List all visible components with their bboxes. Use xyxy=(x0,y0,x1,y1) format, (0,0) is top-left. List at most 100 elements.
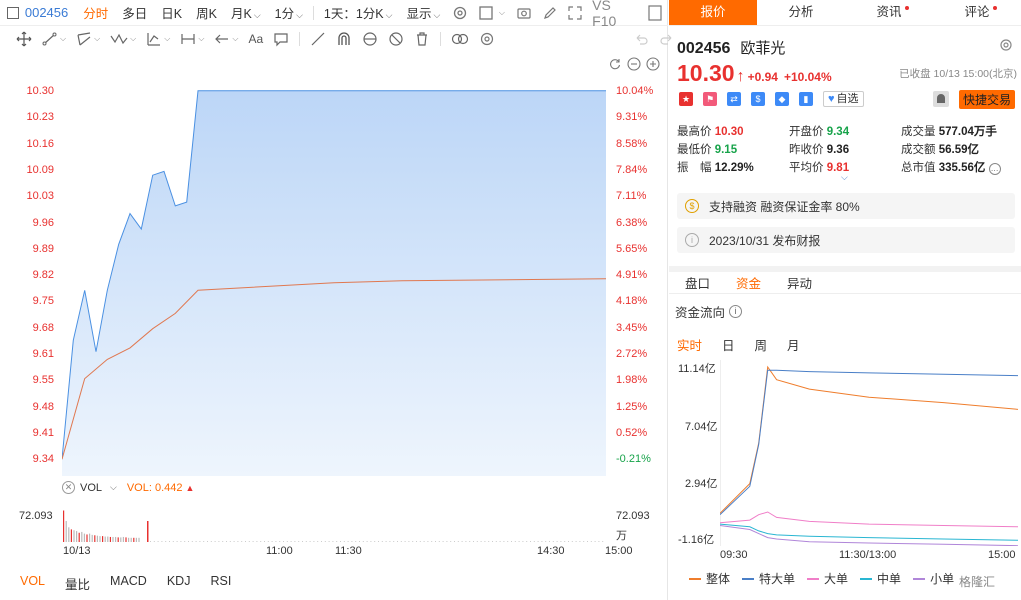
select-checkbox[interactable] xyxy=(7,6,19,19)
indicator-tab-vol[interactable]: VOL xyxy=(20,574,45,593)
settings-icon[interactable] xyxy=(999,38,1013,52)
bell-icon[interactable] xyxy=(933,91,949,107)
tab-quote[interactable]: 报价 xyxy=(669,0,757,25)
period-tab-multiday[interactable]: 多日 xyxy=(115,3,154,22)
tab-analysis[interactable]: 分析 xyxy=(757,0,845,25)
volume-bar xyxy=(317,541,319,542)
period-tab-monthly-k[interactable]: 月K ⌵ xyxy=(224,3,268,22)
flow-period-day[interactable]: 日 xyxy=(722,335,735,354)
move-cross-icon[interactable] xyxy=(16,31,32,47)
margin-info-box[interactable]: $ 支持融资 融资保证金率 80% xyxy=(677,193,1015,219)
undo-icon[interactable] xyxy=(633,31,649,47)
volume-bar xyxy=(286,541,288,542)
info-icon: i xyxy=(685,233,699,247)
add-watchlist-button[interactable]: ♥ 自选 xyxy=(823,91,864,107)
interval-select[interactable]: 1天：1分K ⌵ xyxy=(317,3,400,22)
sub-tab-movements[interactable]: 异动 xyxy=(787,273,812,292)
window-layout-icon[interactable] xyxy=(477,4,495,22)
fullscreen-icon[interactable] xyxy=(566,4,584,22)
chevron-down-icon[interactable]: ⌵ xyxy=(110,482,117,493)
volume-indicator-name[interactable]: VOL xyxy=(80,482,102,494)
volume-bar xyxy=(526,541,528,542)
flow-x-tick: 15:00 xyxy=(988,549,1016,561)
volume-bar xyxy=(511,541,512,542)
intraday-price-chart[interactable] xyxy=(62,80,606,476)
period-tab-weekly-k[interactable]: 周K xyxy=(189,3,224,22)
volume-bar xyxy=(138,537,140,542)
panel-toggle-icon[interactable] xyxy=(646,4,664,22)
volume-bar xyxy=(165,541,167,542)
compare-icon[interactable] xyxy=(451,31,469,47)
pencil-icon[interactable] xyxy=(541,4,559,22)
more-icon[interactable]: … xyxy=(988,163,1001,175)
chevron-down-icon: ⌵ xyxy=(164,34,171,43)
runner-icon[interactable]: ⚑ xyxy=(703,92,717,106)
measure-tool-icon[interactable]: ⌵ xyxy=(180,31,204,47)
dollar-icon[interactable]: $ xyxy=(751,92,765,106)
volume-bar xyxy=(309,541,311,542)
lock-drawing-icon[interactable] xyxy=(362,31,378,47)
report-info-box[interactable]: i 2023/10/31 发布财报 xyxy=(677,227,1015,253)
tab-news[interactable]: 资讯 xyxy=(845,0,933,25)
comment-tool-icon[interactable] xyxy=(273,31,289,47)
volume-bar xyxy=(381,541,383,542)
tab-comments[interactable]: 评论 xyxy=(933,0,1021,25)
sub-tabs: 盘口 资金 异动 xyxy=(669,266,1021,294)
tag-icon[interactable]: ◆ xyxy=(775,92,789,106)
percent-axis-tick: 6.38% xyxy=(616,216,648,229)
legend-overall[interactable]: 整体 xyxy=(689,570,730,587)
volume-legend: ✕ VOL ⌵ VOL: 0.442 ▲ xyxy=(62,481,194,494)
indicator-tab-macd[interactable]: MACD xyxy=(110,574,147,593)
legend-medium[interactable]: 中单 xyxy=(860,570,901,587)
bookmark-icon[interactable]: ▮ xyxy=(799,92,813,106)
wave-tool-icon[interactable]: ⌵ xyxy=(110,31,136,47)
fund-flow-chart[interactable] xyxy=(720,360,1018,546)
channel-tool-icon[interactable]: ⌵ xyxy=(76,31,100,47)
period-tab-daily-k[interactable]: 日K xyxy=(154,3,189,22)
volume-chart[interactable] xyxy=(62,500,606,542)
info-icon[interactable]: i xyxy=(729,305,743,318)
vs-f10-button[interactable]: VS F10 xyxy=(592,0,638,29)
flow-period-week[interactable]: 周 xyxy=(755,335,768,354)
trash-icon[interactable] xyxy=(414,31,430,47)
stats-row: 最高价 10.30 开盘价 9.34 成交量 577.04万手 xyxy=(677,122,1017,140)
shuffle-icon[interactable]: ⇄ xyxy=(727,92,741,106)
volume-bar xyxy=(404,541,406,542)
sub-tab-orderbook[interactable]: 盘口 xyxy=(685,273,710,292)
chevron-down-icon: ⌵ xyxy=(385,10,393,20)
magnet-icon[interactable] xyxy=(336,31,352,47)
period-tab-timeshare[interactable]: 分时 xyxy=(76,3,115,22)
close-icon[interactable]: ✕ xyxy=(62,481,75,494)
period-tab-1min[interactable]: 1分 ⌵ xyxy=(268,3,310,22)
indicator-tab-volume-ratio[interactable]: 量比 xyxy=(65,574,90,593)
zoom-out-icon[interactable] xyxy=(627,57,641,71)
camera-icon[interactable] xyxy=(515,4,533,22)
legend-super-large[interactable]: 特大单 xyxy=(742,570,795,587)
chevron-down-icon[interactable]: ⌵ xyxy=(499,8,505,18)
legend-small[interactable]: 小单 xyxy=(913,570,954,587)
text-tool-icon[interactable]: Aa xyxy=(248,32,263,46)
zoom-in-icon[interactable] xyxy=(646,57,660,71)
settings-icon[interactable] xyxy=(451,4,469,22)
volume-bar xyxy=(256,541,258,542)
expand-chevron-icon[interactable]: ⌵ xyxy=(841,172,848,183)
quick-trade-button[interactable]: 快捷交易 xyxy=(959,90,1016,109)
arrow-tool-icon[interactable]: ⌵ xyxy=(214,31,238,47)
display-select[interactable]: 显示 ⌵ xyxy=(399,3,447,22)
hide-drawing-icon[interactable] xyxy=(388,31,404,47)
ruler-icon[interactable] xyxy=(310,31,326,47)
volume-bar xyxy=(245,541,246,542)
chart-settings-icon[interactable] xyxy=(479,31,495,47)
reset-chart-icon[interactable] xyxy=(608,57,622,71)
line-tool-icon[interactable]: ⌵ xyxy=(42,31,66,47)
indicator-tab-rsi[interactable]: RSI xyxy=(210,574,231,593)
fib-tool-icon[interactable]: ⌵ xyxy=(146,31,170,47)
legend-large[interactable]: 大单 xyxy=(807,570,848,587)
flow-period-month[interactable]: 月 xyxy=(787,335,800,354)
stat-value: 56.59亿 xyxy=(938,144,979,156)
flow-period-realtime[interactable]: 实时 xyxy=(677,335,702,354)
stat-high: 最高价 10.30 xyxy=(677,123,789,139)
stock-code-label[interactable]: 002456 xyxy=(25,5,68,20)
indicator-tab-kdj[interactable]: KDJ xyxy=(167,574,191,593)
sub-tab-funds[interactable]: 资金 xyxy=(736,273,761,292)
